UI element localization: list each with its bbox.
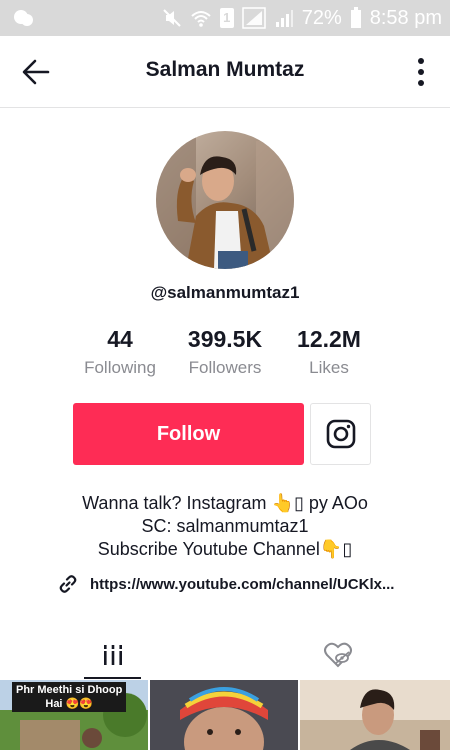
stat-following[interactable]: 44 Following — [65, 324, 175, 378]
profile-link[interactable]: https://www.youtube.com/channel/UCKlx... — [58, 572, 394, 596]
profile-header: Salman Mumtaz — [0, 36, 450, 108]
instagram-button[interactable] — [310, 403, 371, 465]
instagram-icon — [326, 419, 355, 449]
bio-line: Wanna talk? Instagram 👆▯ py AOo — [82, 493, 368, 513]
heart-hidden-icon — [323, 642, 352, 668]
clock: 8:58 pm — [369, 6, 442, 29]
bio-line: Subscribe Youtube Channel👇▯ — [97, 539, 353, 559]
follow-button[interactable]: Follow — [73, 403, 304, 465]
video-thumbnail-image — [300, 680, 450, 750]
back-arrow-icon[interactable] — [18, 54, 56, 90]
content-tabs — [0, 630, 450, 680]
video-thumbnail[interactable]: Phr Meethi si Dhoop Hai 😍😍 — [0, 680, 148, 750]
tab-liked[interactable] — [225, 630, 450, 680]
video-thumbnail-image — [150, 680, 298, 750]
wifi-icon — [191, 11, 211, 27]
following-count: 44 — [107, 326, 133, 352]
video-grid: Phr Meethi si Dhoop Hai 😍😍 — [0, 680, 450, 750]
avatar[interactable] — [156, 131, 294, 269]
mute-icon — [162, 9, 181, 27]
profile-bio: Wanna talk? Instagram 👆▯ py AOo SC: salm… — [0, 492, 450, 561]
likes-count: 12.2M — [297, 326, 361, 352]
link-icon — [59, 575, 77, 593]
avatar-photo — [156, 131, 294, 269]
battery-icon — [350, 7, 361, 28]
more-options-icon[interactable] — [414, 56, 428, 88]
signal-icon — [275, 10, 293, 27]
sim-card-icon: 1 — [219, 8, 234, 28]
grid-bars-icon — [103, 645, 122, 665]
profile-stats: 44 Following 399.5K Followers 12.2M Like… — [0, 324, 450, 384]
stat-followers[interactable]: 399.5K Followers — [170, 324, 280, 378]
caption-line: Phr Meethi si Dhoop — [16, 684, 123, 696]
following-label: Following — [84, 358, 156, 377]
followers-label: Followers — [188, 358, 262, 377]
bio-line: SC: salmanmumtaz1 — [141, 516, 309, 536]
profile-handle: @salmanmumtaz1 — [150, 283, 300, 302]
video-thumbnail[interactable] — [300, 680, 450, 750]
active-tab-indicator — [84, 677, 141, 679]
status-bar: 1 72% 8:58 pm — [0, 0, 450, 36]
tab-videos[interactable] — [0, 630, 225, 680]
caption-line: Hai 😍😍 — [45, 698, 93, 710]
sim-label: 1 — [223, 10, 231, 25]
video-caption: Phr Meethi si Dhoop Hai 😍😍 — [12, 682, 127, 712]
chat-bubbles-icon — [14, 10, 33, 26]
video-thumbnail[interactable] — [150, 680, 298, 750]
page-title: Salman Mumtaz — [145, 58, 305, 81]
link-url: https://www.youtube.com/channel/UCKlx... — [90, 575, 395, 593]
signal-box-icon — [241, 7, 266, 29]
battery-percent: 72% — [301, 6, 342, 29]
stat-likes[interactable]: 12.2M Likes — [274, 324, 384, 378]
likes-label: Likes — [309, 358, 349, 377]
followers-count: 399.5K — [187, 326, 263, 352]
